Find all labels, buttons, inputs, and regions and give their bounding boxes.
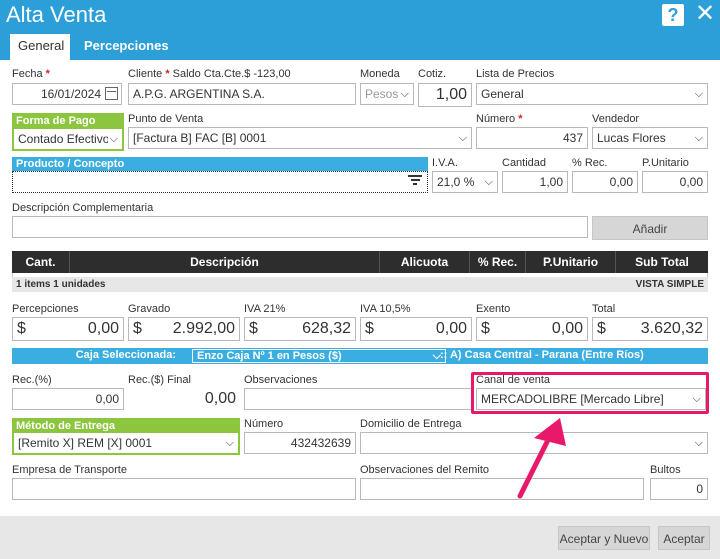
- items-table-header: Cant. Descripción Alicuota % Rec. P.Unit…: [12, 251, 708, 273]
- vendedor-select[interactable]: Lucas Flores ⌵: [592, 127, 708, 149]
- grand-total: $3.620,32: [592, 317, 708, 341]
- vista-simple-link[interactable]: VISTA SIMPLE: [636, 277, 704, 292]
- col-cant[interactable]: Cant.: [12, 251, 70, 273]
- iva105-label: IVA 10,5%: [360, 303, 411, 315]
- chevron-down-icon: ⌵: [107, 129, 118, 149]
- total-label: Total: [592, 303, 616, 315]
- punto-venta-select[interactable]: [Factura B] FAC [B] 0001 ⌵: [128, 127, 472, 149]
- chevron-down-icon: ⌵: [400, 88, 409, 100]
- numero-remito-label: Número: [244, 418, 284, 430]
- col-descripcion[interactable]: Descripción: [70, 251, 380, 273]
- filter-icon[interactable]: [408, 175, 422, 187]
- help-icon[interactable]: ?: [662, 4, 684, 26]
- obs-remito-input[interactable]: [360, 478, 644, 500]
- chevron-down-icon: ⌵: [225, 437, 234, 449]
- domicilio-label: Domicilio de Entrega: [360, 418, 462, 430]
- observaciones-input[interactable]: [244, 388, 472, 410]
- anadir-button[interactable]: Añadir: [592, 216, 708, 240]
- fecha-label: Fecha *: [12, 68, 50, 80]
- rec-final-value: 0,00: [128, 388, 240, 412]
- canal-venta-label: Canal de venta: [476, 374, 550, 386]
- iva21-label: IVA 21%: [244, 303, 286, 315]
- percepciones-label: Percepciones: [12, 303, 79, 315]
- cotiz-label: Cotiz.: [418, 68, 447, 80]
- numero-input[interactable]: 437: [476, 127, 588, 149]
- gravado-label: Gravado: [128, 303, 171, 315]
- gravado-total: $2.992,00: [128, 317, 240, 341]
- metodo-entrega-select[interactable]: [Remito X] REM [X] 0001 ⌵: [12, 431, 240, 455]
- empresa-transporte-label: Empresa de Transporte: [12, 464, 127, 476]
- empresa-transporte-input[interactable]: [12, 478, 356, 500]
- forma-pago-select[interactable]: Contado Efectivo ⌵: [12, 127, 124, 151]
- rec-pct-input[interactable]: 0,00: [12, 388, 124, 410]
- col-subtotal[interactable]: Sub Total: [616, 251, 708, 273]
- caja-bar: Caja Seleccionada: Enzo Caja Nº 1 en Pes…: [12, 348, 708, 364]
- iva-select[interactable]: 21,0 % ⌵: [432, 171, 498, 193]
- lista-precios-select[interactable]: General ⌵: [476, 83, 708, 105]
- close-icon[interactable]: ✕: [694, 2, 716, 28]
- aceptar-button[interactable]: Aceptar: [658, 526, 710, 550]
- sucursal-label: :: A) Casa Central - Parana (Entre Ríos): [440, 349, 644, 361]
- cliente-input[interactable]: A.P.G. ARGENTINA S.A.: [128, 83, 356, 105]
- col-alicuota[interactable]: Alicuota: [380, 251, 470, 273]
- caja-select[interactable]: Enzo Caja Nº 1 en Pesos ($) ⌵: [192, 349, 446, 363]
- table-footer: 1 items 1 unidades VISTA SIMPLE: [12, 277, 708, 292]
- domicilio-select[interactable]: ⌵: [360, 432, 708, 454]
- cliente-label: Cliente * Saldo Cta.Cte.$ -123,00: [128, 68, 291, 80]
- col-punitario[interactable]: P.Unitario: [526, 251, 616, 273]
- chevron-down-icon: ⌵: [694, 88, 703, 100]
- punitario-input[interactable]: 0,00: [642, 171, 708, 193]
- chevron-down-icon: ⌵: [694, 132, 703, 144]
- numero-remito-input[interactable]: 432432639: [244, 432, 356, 454]
- rec-input[interactable]: 0,00: [572, 171, 638, 193]
- rec-label: % Rec.: [572, 157, 608, 169]
- chevron-down-icon: ⌵: [458, 132, 467, 144]
- producto-label: Producto / Concepto: [12, 157, 428, 171]
- cantidad-label: Cantidad: [502, 157, 547, 169]
- iva105-total: $0,00: [360, 317, 472, 341]
- calendar-icon[interactable]: [105, 87, 118, 100]
- bultos-label: Bultos: [650, 464, 681, 476]
- rec-final-label: Rec.($) Final: [128, 374, 191, 386]
- numero-label: Número *: [476, 113, 523, 125]
- items-count: 1 items 1 unidades: [16, 279, 106, 290]
- iva-label: I.V.A.: [432, 157, 458, 169]
- descripcion-label: Descripción Complementaria: [12, 202, 154, 214]
- producto-input[interactable]: [12, 171, 428, 193]
- iva21-total: $628,32: [244, 317, 356, 341]
- observaciones-label: Observaciones: [244, 374, 318, 386]
- percepciones-total: $0,00: [12, 317, 124, 341]
- chevron-down-icon: ⌵: [692, 393, 701, 405]
- punitario-label: P.Unitario: [642, 157, 689, 169]
- tab-percepciones[interactable]: Percepciones: [76, 34, 177, 60]
- tab-general[interactable]: General: [10, 34, 70, 60]
- moneda-label: Moneda: [360, 68, 400, 80]
- vendedor-label: Vendedor: [592, 113, 640, 125]
- chevron-down-icon: ⌵: [694, 437, 703, 449]
- rec-pct-label: Rec.(%): [12, 374, 52, 386]
- caja-label: Caja Seleccionada:: [75, 349, 176, 361]
- window-title: Alta Venta: [6, 2, 107, 27]
- canal-venta-select[interactable]: MERCADOLIBRE [Mercado Libre] ⌵: [476, 388, 706, 410]
- descripcion-input[interactable]: [12, 216, 588, 238]
- lista-precios-label: Lista de Precios: [476, 68, 555, 80]
- title-bar: Alta Venta ? ✕ General Percepciones: [0, 0, 720, 60]
- exento-total: $0,00: [476, 317, 588, 341]
- aceptar-nuevo-button[interactable]: Aceptar y Nuevo: [558, 526, 650, 550]
- punto-venta-label: Punto de Venta: [128, 113, 204, 125]
- exento-label: Exento: [476, 303, 511, 315]
- cotiz-input[interactable]: 1,00: [418, 83, 472, 107]
- obs-remito-label: Observaciones del Remito: [360, 464, 490, 476]
- moneda-select[interactable]: Pesos ⌵: [360, 83, 414, 105]
- cantidad-input[interactable]: 1,00: [502, 171, 568, 193]
- chevron-down-icon: ⌵: [484, 176, 493, 188]
- col-rec[interactable]: % Rec.: [470, 251, 526, 273]
- bultos-input[interactable]: 0: [650, 478, 708, 500]
- fecha-input[interactable]: 16/01/2024: [12, 83, 122, 105]
